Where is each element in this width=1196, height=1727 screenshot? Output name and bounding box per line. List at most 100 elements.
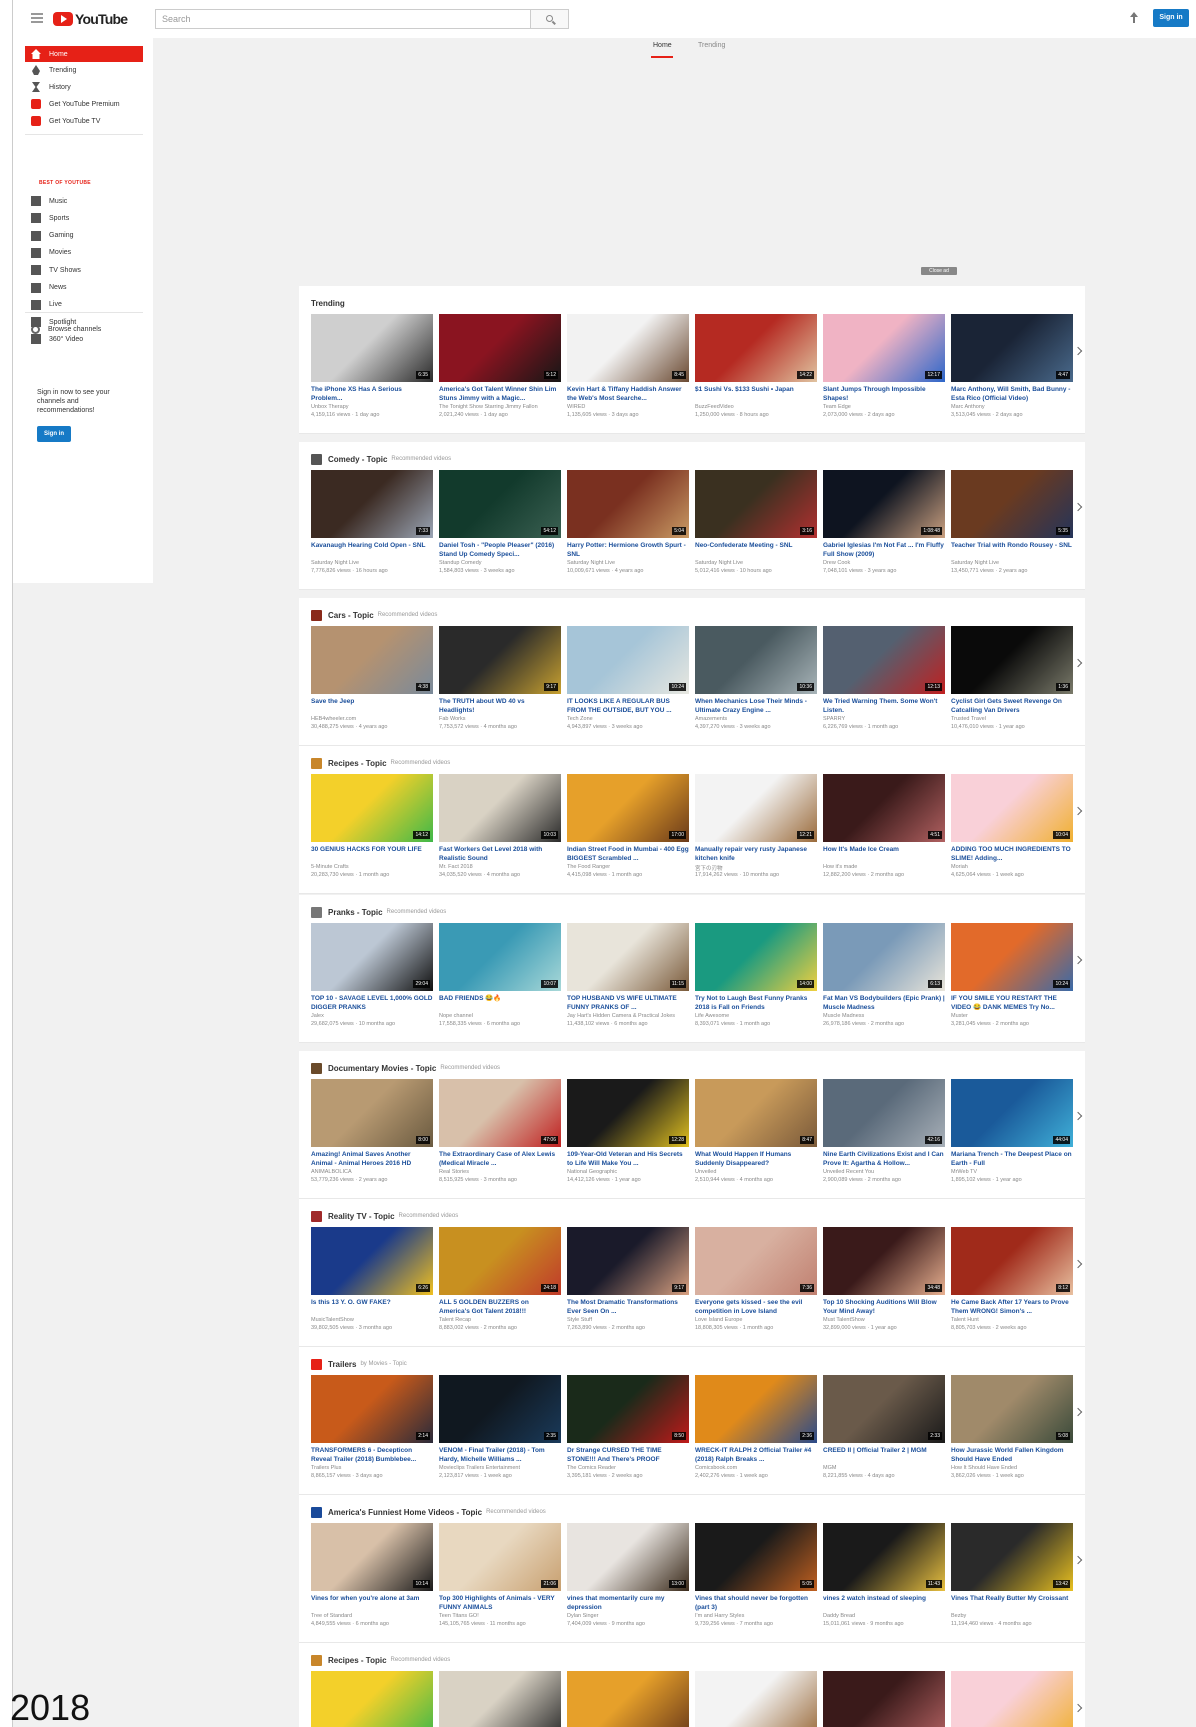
video-title[interactable]: The iPhone XS Has A Serious Problem... [311, 385, 433, 403]
video-title[interactable]: TRANSFORMERS 6 - Decepticon Reveal Trail… [311, 1446, 433, 1464]
video-title[interactable]: Vines that should never be forgotten (pa… [695, 1594, 817, 1612]
channel-name[interactable]: Real Stories [439, 1169, 561, 1175]
channel-name[interactable]: Love Island Europe [695, 1317, 817, 1323]
sidebar-item-news[interactable]: News [25, 280, 143, 296]
video-title[interactable]: Slant Jumps Through Impossible Shapes! [823, 385, 945, 403]
channel-name[interactable]: Daddy Bread [823, 1613, 945, 1619]
video-thumbnail[interactable]: 4:38 [311, 626, 433, 694]
video-thumbnail[interactable]: 13:42 [951, 1523, 1073, 1591]
video-title[interactable]: Vines That Really Butter My Croissant [951, 1594, 1073, 1612]
channel-name[interactable]: SPARRY [823, 716, 945, 722]
video-thumbnail[interactable]: 8:47 [695, 1079, 817, 1147]
video-thumbnail[interactable]: 12:17 [823, 314, 945, 382]
channel-name[interactable]: Moriah [951, 864, 1073, 870]
video-card[interactable]: 10:03 Fast Workers Get Level 2018 with Re… [439, 774, 561, 892]
video-title[interactable]: Harry Potter: Hermione Growth Spurt - SN… [567, 541, 689, 559]
channel-name[interactable]: MrWeb TV [951, 1169, 1073, 1175]
video-title[interactable]: Neo-Confederate Meeting - SNL [695, 541, 817, 559]
video-card[interactable]: 2:33 CREED II | Official Trailer 2 | MGM M… [823, 1375, 945, 1493]
video-card[interactable]: 5:35 Teacher Trial with Rondo Rousey - SN… [951, 470, 1073, 588]
video-title[interactable]: America's Got Talent Winner Shin Lim Stu… [439, 385, 561, 403]
video-card[interactable]: 10:04 ADDING TOO MUCH INGREDIENTS TO SLIM… [951, 774, 1073, 892]
video-card[interactable]: 8:00 Amazing! Animal Saves Another Animal… [311, 1079, 433, 1197]
video-title[interactable]: Everyone gets kissed - see the evil comp… [695, 1298, 817, 1316]
video-title[interactable]: We Tried Warning Them. Some Won't Listen… [823, 697, 945, 715]
video-card[interactable]: 14:22 $1 Sushi Vs. $133 Sushi • Japan Buzz… [695, 314, 817, 432]
video-thumbnail[interactable]: 10:24 [567, 626, 689, 694]
video-title[interactable]: Top 300 Highlights of Animals - VERY FUN… [439, 1594, 561, 1612]
video-title[interactable]: Mariana Trench - The Deepest Place on Ea… [951, 1150, 1073, 1168]
video-thumbnail[interactable]: 5:35 [951, 470, 1073, 538]
channel-name[interactable]: Team Edge [823, 404, 945, 410]
video-card[interactable]: 44:04 Mariana Trench - The Deepest Place … [951, 1079, 1073, 1197]
video-title[interactable]: ALL 5 GOLDEN BUZZERS on America's Got Ta… [439, 1298, 561, 1316]
sidebar-item-360-video[interactable]: 360° Video [25, 331, 143, 347]
channel-name[interactable]: Style Stuff [567, 1317, 689, 1323]
video-thumbnail[interactable]: 8:50 [567, 1375, 689, 1443]
shelf-header[interactable]: Trailers by Movies - Topic [311, 1358, 407, 1370]
video-thumbnail[interactable]: 1:36 [951, 626, 1073, 694]
video-title[interactable]: IF YOU SMILE YOU RESTART THE VIDEO 😂 DAN… [951, 994, 1073, 1012]
video-title[interactable]: When Mechanics Lose Their Minds - Ultima… [695, 697, 817, 715]
video-title[interactable]: Indian Street Food in Mumbai - 400 Egg B… [567, 845, 689, 863]
shelf-header[interactable]: Comedy - Topic Recommended videos [311, 453, 451, 465]
video-thumbnail[interactable] [951, 1671, 1073, 1727]
channel-name[interactable]: Muscle Madness [823, 1013, 945, 1019]
channel-name[interactable]: ANIMALBOLICA [311, 1169, 433, 1175]
video-thumbnail[interactable]: 9:17 [439, 626, 561, 694]
video-title[interactable]: 109-Year-Old Veteran and His Secrets to … [567, 1150, 689, 1168]
video-card[interactable] [311, 1671, 433, 1727]
channel-name[interactable]: Talent Recap [439, 1317, 561, 1323]
video-card[interactable]: 4:51 How It's Made Ice Cream How it's made… [823, 774, 945, 892]
channel-name[interactable]: Nope channel [439, 1013, 561, 1019]
video-thumbnail[interactable]: 2:33 [823, 1375, 945, 1443]
video-card[interactable]: 13:00 vines that momentarily cure my depr… [567, 1523, 689, 1641]
video-thumbnail[interactable]: 6:26 [311, 1227, 433, 1295]
video-title[interactable]: Daniel Tosh - "People Pleaser" (2016) St… [439, 541, 561, 559]
video-thumbnail[interactable]: 2:36 [695, 1375, 817, 1443]
video-card[interactable]: 2:35 VENOM - Final Trailer (2018) - Tom H… [439, 1375, 561, 1493]
video-title[interactable]: Fat Man VS Bodybuilders (Epic Prank) | M… [823, 994, 945, 1012]
shelf-header[interactable]: Pranks - Topic Recommended videos [311, 906, 446, 918]
video-card[interactable]: 5:12 America's Got Talent Winner Shin Lim… [439, 314, 561, 432]
channel-name[interactable]: National Geographic [567, 1169, 689, 1175]
channel-name[interactable]: MGM [823, 1465, 945, 1471]
video-card[interactable]: 24:18 ALL 5 GOLDEN BUZZERS on America's G… [439, 1227, 561, 1345]
video-thumbnail[interactable]: 11:43 [823, 1523, 945, 1591]
hamburger-menu-icon[interactable] [31, 13, 43, 23]
video-card[interactable]: 5:08 How Jurassic World Fallen Kingdom Sh… [951, 1375, 1073, 1493]
video-card[interactable]: 2:36 WRECK-IT RALPH 2 Official Trailer #4… [695, 1375, 817, 1493]
video-thumbnail[interactable]: 12:28 [567, 1079, 689, 1147]
video-title[interactable]: TOP HUSBAND VS WIFE ULTIMATE FUNNY PRANK… [567, 994, 689, 1012]
video-thumbnail[interactable]: 44:04 [951, 1079, 1073, 1147]
video-thumbnail[interactable]: 4:47 [951, 314, 1073, 382]
video-title[interactable]: vines that momentarily cure my depressio… [567, 1594, 689, 1612]
channel-name[interactable]: Trailers Plus [311, 1465, 433, 1471]
video-title[interactable]: Cyclist Girl Gets Sweet Revenge On Catca… [951, 697, 1073, 715]
sidebar-item-live[interactable]: Live [25, 297, 143, 313]
channel-name[interactable]: Unveiled Recent You [823, 1169, 945, 1175]
video-title[interactable]: Vines for when you're alone at 3am [311, 1594, 433, 1612]
video-title[interactable]: vines 2 watch instead of sleeping [823, 1594, 945, 1612]
video-title[interactable]: The Most Dramatic Transformations Ever S… [567, 1298, 689, 1316]
video-card[interactable]: 8:50 Dr Strange CURSED THE TIME STONE!!! … [567, 1375, 689, 1493]
video-card[interactable]: 8:47 What Would Happen If Humans Suddenly… [695, 1079, 817, 1197]
sign-in-button[interactable]: Sign in [1153, 9, 1189, 27]
sidebar-item-trending[interactable]: Trending [25, 62, 143, 78]
shelf-header[interactable]: Recipes - Topic Recommended videos [311, 1654, 450, 1666]
channel-name[interactable]: Movieclips Trailers Entertainment [439, 1465, 561, 1471]
video-card[interactable]: 10:07 BAD FRIENDS 😂🔥 Nope channel 17,558,33… [439, 923, 561, 1041]
video-thumbnail[interactable]: 6:35 [311, 314, 433, 382]
channel-name[interactable]: Trusted Travel [951, 716, 1073, 722]
tab-home[interactable]: Home [653, 42, 672, 49]
video-title[interactable]: $1 Sushi Vs. $133 Sushi • Japan [695, 385, 817, 403]
shelf-header[interactable]: Documentary Movies - Topic Recommended vi… [311, 1062, 500, 1074]
video-thumbnail[interactable]: 10:07 [439, 923, 561, 991]
search-button[interactable] [531, 9, 569, 29]
video-thumbnail[interactable] [311, 1671, 433, 1727]
video-title[interactable]: Kevin Hart & Tiffany Haddish Answer the … [567, 385, 689, 403]
video-title[interactable]: Try Not to Laugh Best Funny Pranks 2018 … [695, 994, 817, 1012]
channel-name[interactable]: Teen Titans GO! [439, 1613, 561, 1619]
video-thumbnail[interactable]: 8:45 [567, 314, 689, 382]
video-thumbnail[interactable]: 14:12 [311, 774, 433, 842]
